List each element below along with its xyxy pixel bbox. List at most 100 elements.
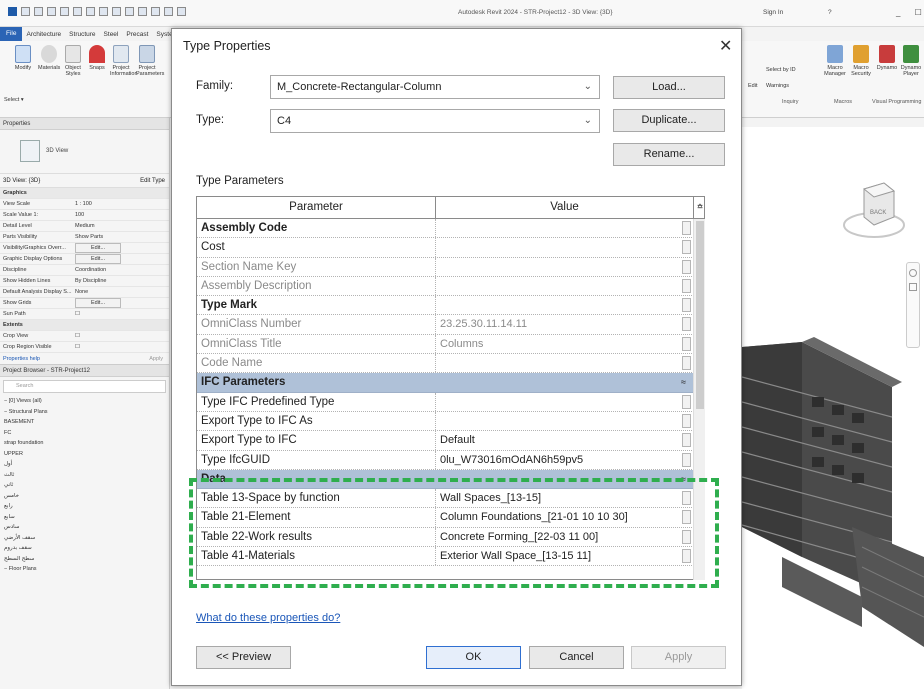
- browser-tree-item[interactable]: − Floor Plans: [4, 564, 169, 575]
- property-row[interactable]: Show Grids Edit...: [0, 298, 169, 309]
- help-button[interactable]: ?: [828, 9, 832, 16]
- value-column-header[interactable]: Value: [436, 197, 694, 218]
- browser-tree-item[interactable]: سابع: [4, 512, 169, 523]
- 3d-view-icon[interactable]: [125, 7, 134, 16]
- zoom-icon[interactable]: [909, 283, 917, 291]
- browser-search-input[interactable]: Search: [3, 380, 166, 393]
- browser-tree-item[interactable]: أول: [4, 459, 169, 470]
- rename-button[interactable]: Rename...: [613, 143, 725, 166]
- close-icon[interactable]: ✕: [719, 36, 732, 56]
- extents-section[interactable]: Extents: [0, 320, 169, 331]
- associate-parameter-button[interactable]: [682, 221, 691, 235]
- 3d-viewport[interactable]: BACK: [741, 127, 924, 689]
- browser-tree-item[interactable]: رابع: [4, 501, 169, 512]
- parameter-row[interactable]: OmniClass Title Columns: [197, 334, 694, 355]
- select-by-id-button[interactable]: Select by ID: [766, 67, 796, 73]
- project-information-button[interactable]: Project Information: [110, 45, 138, 77]
- parameter-value[interactable]: Columns: [436, 334, 694, 354]
- tab-file[interactable]: File: [0, 27, 23, 41]
- parameter-value[interactable]: 0lu_W73016mOdAN6h59pv5: [436, 450, 694, 469]
- parameter-column-header[interactable]: Parameter: [197, 197, 436, 218]
- property-value[interactable]: 1 : 100: [72, 199, 169, 209]
- property-row[interactable]: Visibility/Graphics Overr... Edit...: [0, 243, 169, 254]
- browser-tree-item[interactable]: UPPER: [4, 449, 169, 460]
- preview-button[interactable]: << Preview: [196, 646, 291, 669]
- properties-apply-button[interactable]: Apply: [149, 353, 163, 364]
- property-value[interactable]: ☐: [72, 342, 169, 352]
- associate-parameter-button[interactable]: [682, 240, 691, 255]
- parameter-value[interactable]: Default: [436, 431, 694, 450]
- property-value[interactable]: Edit...: [72, 254, 169, 264]
- section-icon[interactable]: [138, 7, 147, 16]
- associate-parameter-button[interactable]: [682, 356, 691, 371]
- property-value[interactable]: By Discipline: [72, 276, 169, 286]
- macro-manager-button[interactable]: Macro Manager: [824, 45, 846, 77]
- parameter-value[interactable]: [436, 296, 694, 315]
- open-icon[interactable]: [21, 7, 30, 16]
- parameter-row[interactable]: Section Name Key: [197, 257, 694, 277]
- property-row[interactable]: Scale Value 1: 100: [0, 210, 169, 221]
- browser-tree-item[interactable]: سقف بدروم: [4, 543, 169, 554]
- associate-parameter-button[interactable]: [682, 394, 691, 409]
- browser-tree-item[interactable]: ثاني: [4, 480, 169, 491]
- window-controls[interactable]: _ ☐: [896, 8, 924, 17]
- dynamo-button[interactable]: Dynamo: [876, 45, 898, 71]
- browser-tree-item[interactable]: سطح السطح: [4, 554, 169, 565]
- properties-help-link[interactable]: What do these properties do?: [196, 612, 340, 624]
- browser-tree-item[interactable]: خامس: [4, 491, 169, 502]
- associate-parameter-button[interactable]: [682, 433, 691, 448]
- property-row[interactable]: Discipline Coordination: [0, 265, 169, 276]
- modify-button[interactable]: Modify: [12, 45, 34, 71]
- browser-tree-item[interactable]: سقف الأرضي: [4, 533, 169, 544]
- edit-button[interactable]: Edit...: [75, 254, 121, 264]
- duplicate-button[interactable]: Duplicate...: [613, 109, 725, 132]
- navigation-bar[interactable]: [906, 262, 920, 348]
- associate-parameter-button[interactable]: [682, 336, 691, 351]
- object-styles-button[interactable]: Object Styles: [62, 45, 84, 77]
- select-dropdown[interactable]: Select ▾: [4, 97, 24, 103]
- thin-lines-icon[interactable]: [151, 7, 160, 16]
- tab-steel[interactable]: Steel: [100, 31, 123, 38]
- associate-parameter-button[interactable]: [682, 298, 691, 313]
- parameter-row[interactable]: Assembly Description: [197, 276, 694, 297]
- property-value[interactable]: Show Parts: [72, 232, 169, 242]
- switch-windows-icon[interactable]: [177, 7, 186, 16]
- print-icon[interactable]: [73, 7, 82, 16]
- browser-tree-item[interactable]: − [0] Views (all): [4, 396, 169, 407]
- warnings-button[interactable]: Warnings: [766, 83, 789, 89]
- parameter-row[interactable]: Export Type to IFC As: [197, 411, 694, 432]
- tab-architecture[interactable]: Architecture: [22, 31, 65, 38]
- property-value[interactable]: Edit...: [72, 298, 169, 308]
- associate-parameter-button[interactable]: [682, 452, 691, 467]
- property-row[interactable]: Graphic Display Options Edit...: [0, 254, 169, 265]
- browser-tree-item[interactable]: BASEMENT: [4, 417, 169, 428]
- associate-parameter-button[interactable]: [682, 259, 691, 274]
- edit-button[interactable]: Edit...: [75, 243, 121, 253]
- parameter-value[interactable]: [436, 257, 694, 276]
- parameter-row[interactable]: OmniClass Number 23.25.30.11.14.11: [197, 315, 694, 335]
- ok-button[interactable]: OK: [426, 646, 521, 669]
- load-button[interactable]: Load...: [613, 76, 725, 99]
- save-icon[interactable]: [34, 7, 43, 16]
- graphics-section[interactable]: Graphics: [0, 188, 169, 199]
- parameter-value[interactable]: [436, 276, 694, 296]
- tab-structure[interactable]: Structure: [65, 31, 99, 38]
- redo-icon[interactable]: [60, 7, 69, 16]
- browser-tree-item[interactable]: − Structural Plans: [4, 407, 169, 418]
- close-hidden-icon[interactable]: [164, 7, 173, 16]
- parameter-value[interactable]: [436, 411, 694, 431]
- property-row[interactable]: Crop Region Visible ☐: [0, 342, 169, 353]
- parameter-row[interactable]: Type Mark: [197, 296, 694, 316]
- property-row[interactable]: Crop View ☐: [0, 331, 169, 342]
- parameter-row[interactable]: Type IfcGUID 0lu_W73016mOdAN6h59pv5: [197, 450, 694, 470]
- parameter-value[interactable]: [436, 238, 694, 257]
- parameter-row[interactable]: Cost: [197, 238, 694, 258]
- edit-type-button[interactable]: Edit Type: [140, 174, 165, 187]
- edit-button[interactable]: Edit...: [75, 298, 121, 308]
- properties-help-link[interactable]: Properties help: [3, 353, 40, 364]
- parameter-value[interactable]: 23.25.30.11.14.11: [436, 315, 694, 334]
- materials-button[interactable]: Materials: [38, 45, 60, 71]
- browser-tree-item[interactable]: strap foundation: [4, 438, 169, 449]
- measure-icon[interactable]: [86, 7, 95, 16]
- instance-selector[interactable]: 3D View: {3D} Edit Type: [0, 174, 169, 188]
